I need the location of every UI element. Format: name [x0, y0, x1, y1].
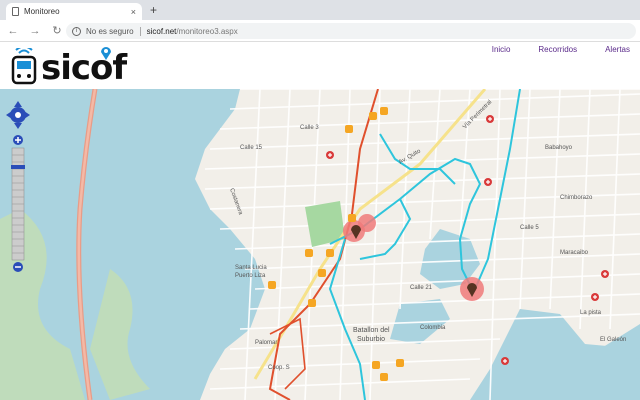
map-label: Colombia: [420, 325, 446, 331]
back-icon[interactable]: ←: [4, 25, 22, 37]
map-label: Puerto Liza: [235, 273, 266, 279]
security-label: No es seguro: [86, 26, 134, 36]
map-label: Maracaibo: [560, 250, 589, 256]
map-canvas[interactable]: Batallon del Suburbio Coop. S Palomar Sa…: [0, 89, 640, 400]
zoom-out-icon[interactable]: [13, 262, 23, 272]
browser-toolbar: ← → ↻ i No es seguro sicof.net /monitore…: [0, 20, 640, 42]
map-label: Suburbio: [357, 336, 385, 343]
map-label: Costanera: [228, 188, 243, 217]
map-label: Coop. S: [268, 365, 290, 371]
map-label: Palomar: [255, 340, 277, 346]
map-label: La pista: [580, 310, 602, 316]
map-label: Calle 3: [300, 125, 319, 131]
nav-recorridos[interactable]: Recorridos: [538, 45, 577, 54]
bus-stop-icon: [268, 281, 276, 289]
bus-stop-icon: [380, 107, 388, 115]
app-header: sicof Inicio Recorridos Alertas: [0, 42, 640, 89]
bus-stop-icon: [345, 125, 353, 133]
new-tab-button[interactable]: +: [150, 3, 157, 17]
map-view[interactable]: Batallon del Suburbio Coop. S Palomar Sa…: [0, 89, 640, 400]
forward-icon[interactable]: →: [26, 25, 44, 37]
map-label: Calle 5: [520, 225, 539, 231]
pan-icon[interactable]: [6, 101, 30, 129]
bus-stop-icon: [369, 112, 377, 120]
zoom-slider-handle[interactable]: [11, 165, 25, 169]
tab-close-icon[interactable]: ×: [131, 7, 136, 17]
tab-title: Monitoreo: [24, 7, 60, 16]
bus-stop-icon: [318, 269, 326, 277]
map-label: Vía Perimetral: [462, 99, 493, 130]
map-label: Santa Lucia: [235, 265, 267, 271]
url-host: sicof.net: [146, 26, 177, 36]
map-label: Batallon del: [353, 327, 390, 334]
map-label: Babahoyo: [545, 145, 573, 151]
info-icon[interactable]: i: [72, 26, 81, 36]
bus-stop-icon: [326, 249, 334, 257]
bus-stop-icon: [372, 361, 380, 369]
url-path: /monitoreo3.aspx: [176, 26, 238, 36]
map-label: Calle 15: [240, 145, 263, 151]
bus-stop-icon: [396, 359, 404, 367]
nav-alertas[interactable]: Alertas: [605, 45, 630, 54]
map-label: Calle 21: [410, 285, 433, 291]
document-icon: [12, 7, 19, 16]
nav-inicio[interactable]: Inicio: [492, 45, 511, 54]
browser-tab[interactable]: Monitoreo ×: [6, 3, 142, 20]
zoom-control[interactable]: [6, 97, 30, 272]
map-label: Chimborazo: [560, 195, 593, 201]
location-pin-icon: [101, 47, 111, 60]
bus-stop-icon: [305, 249, 313, 257]
bus-logo-icon: [11, 48, 37, 85]
address-bar[interactable]: i No es seguro sicof.net /monitoreo3.asp…: [66, 23, 636, 39]
main-nav: Inicio Recorridos Alertas: [492, 45, 630, 54]
bus-stop-icon: [348, 214, 356, 222]
app-logo[interactable]: sicof: [10, 46, 127, 88]
reload-icon[interactable]: ↻: [48, 24, 66, 37]
logo-text: sicof: [41, 48, 127, 88]
map-label: El Galeón: [600, 337, 626, 343]
bus-stop-icon: [380, 373, 388, 381]
address-separator: [139, 26, 141, 36]
browser-tab-bar: Monitoreo × +: [0, 0, 640, 20]
zoom-in-icon[interactable]: [13, 135, 23, 145]
bus-stop-icon: [308, 299, 316, 307]
